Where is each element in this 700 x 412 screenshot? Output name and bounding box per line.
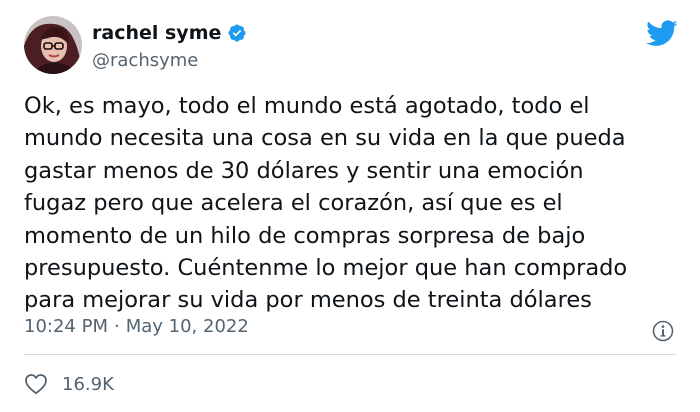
timestamp-separator: · [113,316,120,337]
avatar[interactable] [24,16,82,74]
author-display-name[interactable]: rachel syme [92,22,221,44]
tweet-text-line: Ok, es mayo, todo el mundo está agotado,… [24,93,590,119]
like-count: 16.9K [62,373,114,395]
twitter-bird-icon[interactable] [646,20,678,51]
tweet-text-line: fugaz pero que acelera el corazón, así q… [24,190,563,217]
tweet-text-line: presupuesto. Cuéntenme lo mejor que han … [24,255,628,282]
tweet-card: rachel syme @rachsyme Ok, es mayo, todo … [0,0,700,412]
tweet-text-line: momento de un hilo de compras sorpresa d… [24,222,586,249]
tweet-text-line: gastar menos de 30 dólares y sentir una … [24,157,584,184]
verified-badge-icon [227,23,247,43]
info-icon[interactable] [652,320,674,346]
tweet-text-line: mundo necesita una cosa en su vida en la… [24,125,626,152]
heart-icon[interactable] [24,373,48,395]
tweet-date: May 10, 2022 [125,316,249,337]
author-name-row: rachel syme [92,22,247,44]
tweet-timestamp[interactable]: 10:24 PM · May 10, 2022 [24,316,249,337]
likes-row: 16.9K [24,373,114,395]
tweet-text: Ok, es mayo, todo el mundo está agotado,… [24,90,684,317]
tweet-text-line: para mejorar su vida por menos de treint… [24,287,592,314]
author-handle[interactable]: @rachsyme [92,50,198,71]
tweet-time: 10:24 PM [24,316,108,337]
divider [24,354,676,355]
avatar-image [24,16,82,74]
